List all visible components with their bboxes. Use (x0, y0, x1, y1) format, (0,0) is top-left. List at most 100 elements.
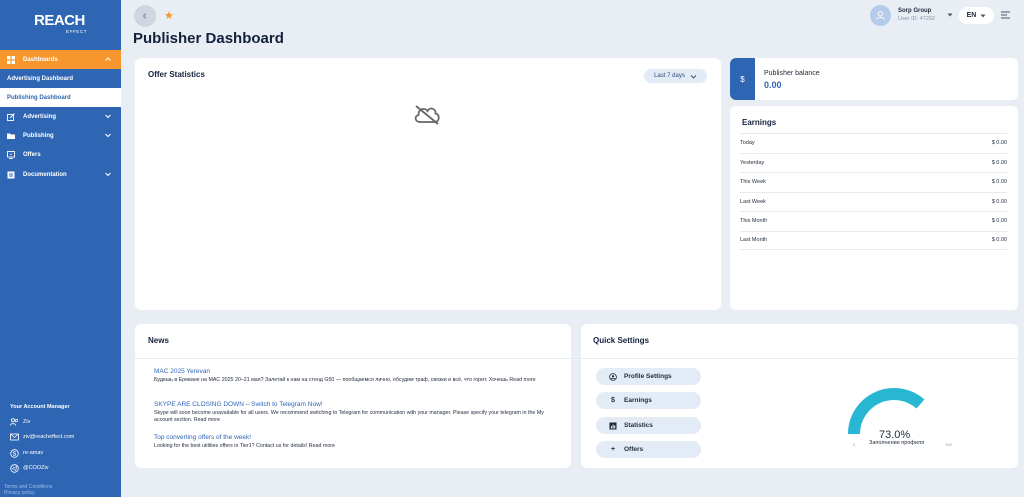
edit-icon (7, 112, 15, 121)
offer-statistics-title: Offer Statistics (148, 70, 205, 79)
sidebar-item-advertising[interactable]: Advertising (0, 107, 121, 126)
earnings-amount: $ 0.00 (991, 198, 1007, 205)
logo-sub: EFFECT (66, 29, 88, 34)
quick-settings-card: Quick Settings Profile Settings $ Earnin… (581, 324, 1018, 468)
logo-main: REACH (34, 12, 85, 29)
earnings-period: Last Week (740, 198, 766, 205)
balance-value: 0.00 (764, 80, 782, 90)
sidebar-item-advertising-dashboard[interactable]: Advertising Dashboard (0, 69, 121, 88)
earnings-period: Today (740, 140, 755, 147)
news-item-title[interactable]: MAC 2025 Yerevan (154, 368, 210, 375)
sidebar-item-label: Advertising Dashboard (7, 75, 74, 82)
profile-settings-button[interactable]: Profile Settings (596, 368, 701, 385)
dollar-icon: $ (611, 397, 615, 404)
gauge-min-label: 0 (853, 442, 856, 447)
manager-telegram[interactable]: @COOZiv (23, 465, 48, 471)
gauge-label: Заполнение профиля (869, 440, 925, 446)
earnings-card: Earnings Today $ 0.00 Yesterday $ 0.00 Thi… (730, 106, 1018, 310)
sidebar-item-label: Publishing Dashboard (7, 94, 71, 101)
earnings-amount: $ 0.00 (991, 140, 1007, 147)
earnings-period: This Week (740, 179, 766, 186)
footer-links: Terms and Conditions Privacy policy (4, 484, 52, 496)
date-range-select[interactable]: Last 7 days (644, 69, 707, 83)
grid-icon (7, 55, 15, 64)
plus-icon: + (610, 446, 616, 453)
earnings-row: This Month $ 0.00 (740, 211, 1007, 231)
earnings-row: Today $ 0.00 (740, 133, 1007, 153)
sidebar: REACH EFFECT Dashboards Advertising Dash… (0, 0, 121, 497)
earnings-period: Yesterday (740, 159, 765, 166)
sidebar-item-label: Documentation (23, 171, 67, 178)
chevron-down-icon (105, 114, 111, 119)
quick-settings-title: Quick Settings (593, 336, 650, 345)
manager-email[interactable]: ziv@reacheffect.com (23, 434, 74, 440)
user-id: User ID: 47292 (898, 16, 935, 22)
earnings-row: Yesterday $ 0.00 (740, 152, 1007, 173)
favorite-star-icon[interactable]: ★ (164, 9, 174, 22)
sidebar-item-label: Publishing (23, 132, 54, 139)
users-icon (10, 418, 19, 426)
sidebar-item-label: Offers (23, 151, 41, 158)
earnings-row: Last Week $ 0.00 (740, 191, 1007, 212)
sidebar-item-offers[interactable]: Offers (0, 145, 121, 164)
divider (135, 358, 571, 359)
button-label: Offers (624, 446, 644, 453)
manager-skype[interactable]: re-amav (23, 450, 43, 456)
manager-name: Ziv (23, 419, 31, 425)
menu-icon[interactable] (1001, 11, 1010, 19)
back-button[interactable] (134, 5, 156, 27)
logo[interactable]: REACH EFFECT (34, 13, 90, 37)
page-title: Publisher Dashboard (133, 30, 284, 47)
earnings-period: Last Month (740, 237, 768, 244)
earnings-button[interactable]: $ Earnings (596, 392, 701, 409)
chevron-up-icon (105, 57, 111, 61)
button-label: Earnings (624, 397, 652, 404)
button-label: Profile Settings (624, 373, 672, 380)
publisher-balance-card: $ Publisher balance 0.00 (730, 58, 1018, 100)
caret-down-icon (980, 14, 986, 17)
folder-icon (7, 132, 15, 140)
language-selector[interactable]: EN (959, 7, 994, 24)
manager-skype-row[interactable]: re-amav (10, 448, 43, 458)
privacy-link[interactable]: Privacy policy (4, 490, 52, 496)
news-item-title[interactable]: SKYPE ARE CLOSING DOWN – Switch to Teleg… (154, 401, 323, 408)
earnings-row: Last Month $ 0.00 (740, 230, 1007, 250)
manager-email-row[interactable]: ziv@reacheffect.com (10, 433, 74, 441)
earnings-amount: $ 0.00 (991, 159, 1007, 166)
monitor-icon (7, 150, 15, 159)
document-icon (7, 171, 15, 179)
chevron-down-icon (690, 74, 697, 79)
avatar[interactable] (870, 5, 891, 26)
telegram-icon (10, 463, 19, 473)
news-title: News (148, 336, 169, 345)
language-value: EN (966, 12, 977, 19)
sidebar-item-documentation[interactable]: Documentation (0, 165, 121, 184)
account-manager-title: Your Account Manager (10, 404, 70, 410)
sidebar-item-dashboards[interactable]: Dashboards (0, 50, 121, 69)
sidebar-item-publishing[interactable]: Publishing (0, 126, 121, 145)
news-item-title[interactable]: Top converting offers of the week! (154, 434, 251, 441)
sidebar-item-label: Dashboards (23, 56, 58, 63)
offer-statistics-card: Offer Statistics Last 7 days (135, 58, 721, 310)
earnings-title: Earnings (742, 118, 777, 127)
button-label: Statistics (624, 422, 653, 429)
chart-icon (608, 422, 618, 430)
manager-telegram-row[interactable]: @COOZiv (10, 463, 48, 473)
mail-icon (10, 433, 19, 441)
earnings-amount: $ 0.00 (991, 179, 1007, 186)
divider (581, 358, 1018, 359)
offers-button[interactable]: + Offers (596, 441, 701, 458)
chevron-down-icon (105, 172, 111, 177)
gauge-max-label: 100 (945, 442, 952, 447)
statistics-button[interactable]: Statistics (596, 417, 701, 434)
news-item-body: Skype will soon become unavailable for a… (154, 410, 544, 423)
news-item-body: Будешь в Ереване на MAC 2025 20–21 мая? … (154, 377, 536, 383)
earnings-row: This Week $ 0.00 (740, 172, 1007, 192)
user-name[interactable]: Sorp Group (898, 8, 931, 14)
chevron-left-icon (142, 13, 147, 19)
caret-down-icon[interactable] (947, 12, 953, 18)
sidebar-item-label: Advertising (23, 113, 57, 120)
earnings-period: This Month (740, 218, 768, 225)
sidebar-item-publishing-dashboard[interactable]: Publishing Dashboard (0, 88, 121, 107)
news-item-body: Looking for the best utilities offers in… (154, 443, 335, 449)
